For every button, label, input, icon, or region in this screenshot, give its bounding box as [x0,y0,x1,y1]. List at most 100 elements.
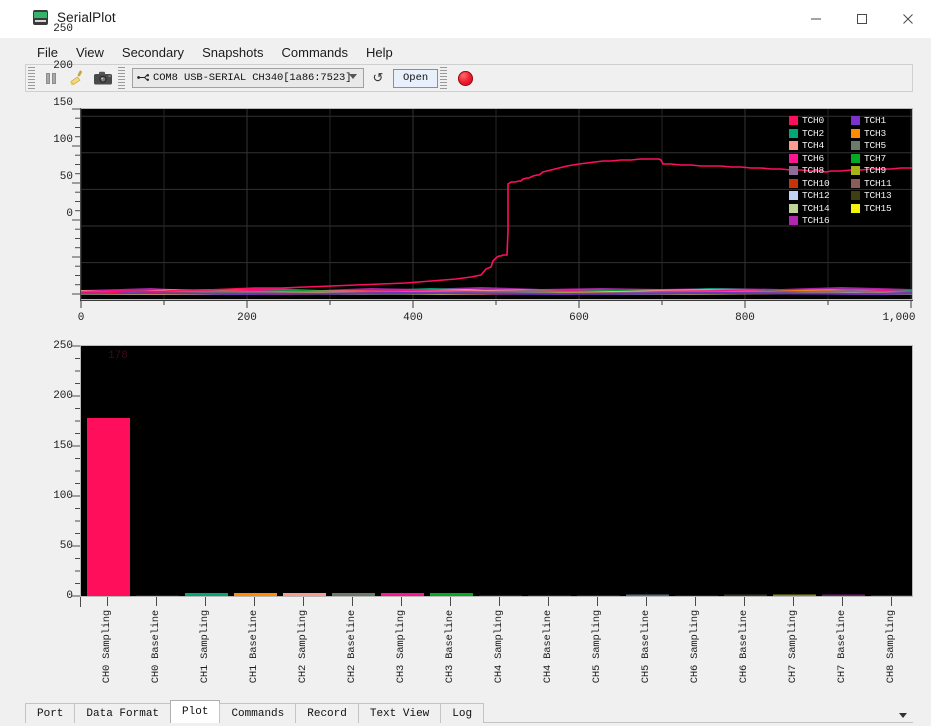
legend-label-tch6: TCH6 [802,152,825,164]
bar-ytick-200: 200 [53,390,73,402]
legend-item-tch9[interactable]: TCH9 [851,166,907,176]
legend-item-tch15[interactable]: TCH15 [851,203,907,214]
bar-ch3-baseline [430,593,473,596]
bar-ch5-baseline [626,594,669,596]
snapshot-button[interactable] [90,66,116,90]
bar-ch5-sampling [577,595,620,596]
xcat-tick [498,597,500,606]
menu-view[interactable]: View [67,43,113,62]
legend-swatch-tch16 [789,216,798,226]
maximize-button[interactable] [839,0,885,38]
bottom-tab-bar: Port Data Format Plot Commands Record Te… [25,700,913,723]
time-series-legend: TCH0 TCH1 TCH2 TCH3 TCH4 TCH5 TCH6 TCH7 … [789,116,907,226]
legend-label-tch13: TCH13 [864,190,892,201]
legend-label-tch8: TCH8 [802,165,825,176]
xcat-ch6-baseline: CH6 Baseline [727,597,761,700]
legend-swatch-tch9 [851,166,860,176]
xcat-tick [792,597,794,606]
channel-bar-canvas[interactable]: 178 [80,345,913,597]
tab-commands[interactable]: Commands [219,703,297,723]
xcat-ch4-sampling: CH4 Sampling [482,597,516,700]
menu-help[interactable]: Help [357,43,402,62]
xcat-tick [449,597,451,606]
xcat-label: CH3 Sampling [395,610,407,684]
bar-value-label-ch0: 178 [108,350,128,362]
xcat-ch7-baseline: CH7 Baseline [825,597,859,700]
bar-category-axis: CH0 Sampling CH0 Baseline CH1 Sampling C… [80,597,913,700]
legend-item-tch12[interactable]: TCH12 [789,191,845,201]
bar-ch7-baseline [822,594,865,596]
toolbar-grip-3[interactable] [440,67,448,89]
menu-commands[interactable]: Commands [273,43,357,62]
xcat-ch2-baseline: CH2 Baseline [335,597,369,700]
legend-item-tch16[interactable]: TCH16 [789,216,845,226]
tab-port[interactable]: Port [25,703,76,723]
legend-swatch-tch6 [789,153,798,163]
xcat-tick [645,597,647,606]
legend-item-tch8[interactable]: TCH8 [789,166,845,176]
open-port-button[interactable]: Open [393,68,439,88]
legend-item-tch6[interactable]: TCH6 [789,152,845,164]
record-dot-icon[interactable] [458,70,474,86]
ts-xtick-200: 200 [237,312,257,324]
tab-plot[interactable]: Plot [170,700,221,723]
legend-swatch-tch0 [789,116,798,126]
menu-bar: File View Secondary Snapshots Commands H… [0,42,931,63]
legend-label-tch1: TCH1 [864,115,887,126]
bar-ch6-sampling [675,595,718,596]
legend-item-tch13[interactable]: TCH13 [851,191,907,201]
chevron-down-icon[interactable] [349,74,357,79]
legend-label-tch0: TCH0 [802,115,825,126]
menu-snapshots[interactable]: Snapshots [193,43,272,62]
xcat-label: CH4 Sampling [493,610,505,684]
legend-item-tch7[interactable]: TCH7 [851,153,907,164]
tab-data-format[interactable]: Data Format [74,703,172,723]
xcat-ch5-baseline: CH5 Baseline [629,597,663,700]
legend-swatch-tch7 [851,153,860,163]
tab-text-view[interactable]: Text View [357,703,442,723]
legend-swatch-tch13 [851,191,860,201]
toolbar-grip-2[interactable] [118,67,125,89]
legend-item-tch5[interactable]: TCH5 [851,141,907,151]
bar-ytick-250: 250 [53,340,73,352]
legend-item-tch3[interactable]: TCH3 [851,127,907,139]
legend-item-tch10[interactable]: TCH10 [789,178,845,189]
channel-bar-panel: 0 50 100 150 200 250 178 CH0 Sampling CH… [25,332,913,700]
window-controls [793,0,931,38]
xcat-ch1-baseline: CH1 Baseline [237,597,271,700]
bar-ch4-baseline [528,595,571,596]
minimize-button[interactable] [793,0,839,38]
xcat-ch2-sampling: CH2 Sampling [286,597,320,700]
time-series-canvas[interactable]: TCH0 TCH1 TCH2 TCH3 TCH4 TCH5 TCH6 TCH7 … [80,108,913,300]
port-select[interactable]: COM8 USB-SERIAL CH340[1a86:7523] [132,68,364,88]
legend-item-tch0[interactable]: TCH0 [789,116,845,126]
xcat-ch0-sampling: CH0 Sampling [90,597,124,700]
refresh-ports-button[interactable]: ↺ [367,67,389,89]
legend-label-tch2: TCH2 [802,127,825,139]
legend-item-tch4[interactable]: TCH4 [789,141,845,151]
xcat-ch8-sampling: CH8 Sampling [874,597,908,700]
menu-secondary[interactable]: Secondary [113,43,193,62]
legend-item-tch14[interactable]: TCH14 [789,203,845,214]
legend-item-tch2[interactable]: TCH2 [789,127,845,139]
port-value: COM8 USB-SERIAL CH340[1a86:7523] [153,72,352,84]
bar-ch0-baseline [136,595,179,596]
tab-record[interactable]: Record [295,703,359,723]
ts-xtick-600: 600 [569,312,589,324]
legend-label-tch3: TCH3 [864,127,887,139]
ts-xtick-0: 0 [77,312,85,324]
title-bar: SerialPlot [0,0,931,38]
xcat-label: CH3 Baseline [444,610,456,684]
legend-item-tch1[interactable]: TCH1 [851,116,907,126]
xcat-ch3-baseline: CH3 Baseline [433,597,467,700]
ts-ytick-200: 200 [53,60,73,72]
legend-label-tch5: TCH5 [864,140,887,151]
legend-swatch-tch14 [789,203,798,213]
legend-item-tch11[interactable]: TCH11 [851,178,907,189]
tab-overflow-chevron-down-icon[interactable] [899,713,907,718]
xcat-tick [155,597,157,606]
serialplot-window: SerialPlot File View Secondary Snapshots… [0,0,931,726]
tab-log[interactable]: Log [440,703,485,723]
xcat-label: CH1 Sampling [199,610,211,684]
close-button[interactable] [885,0,931,38]
